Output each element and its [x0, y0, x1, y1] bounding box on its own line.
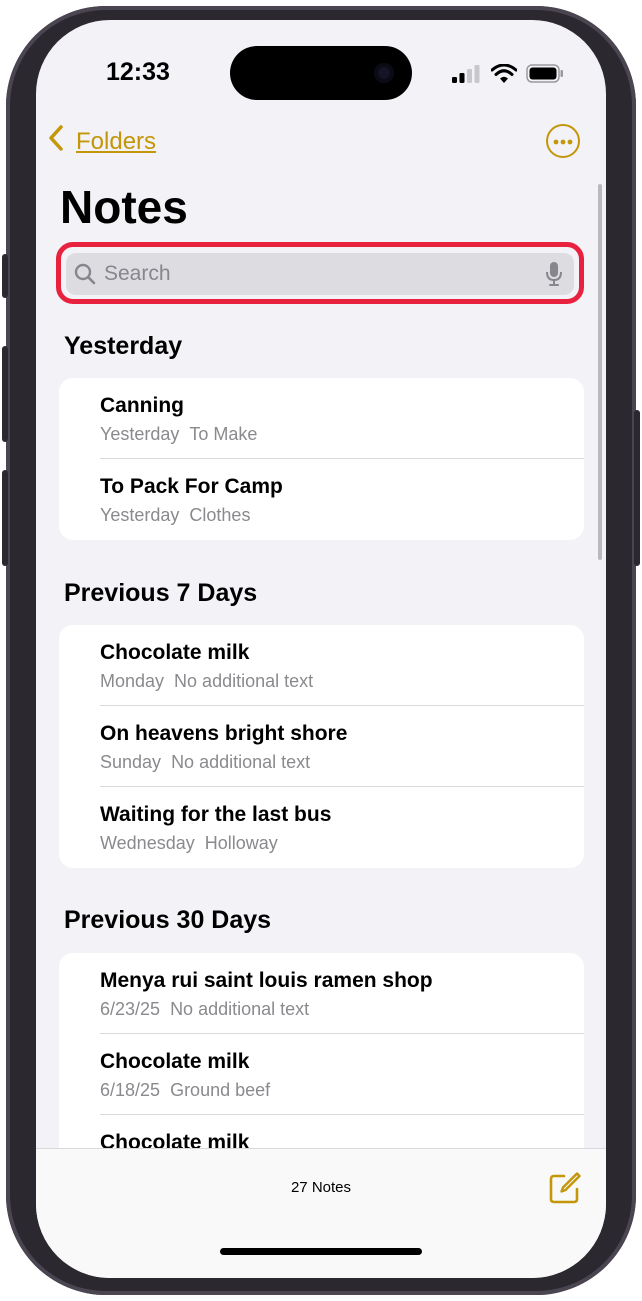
status-time: 12:33: [106, 58, 170, 86]
note-title: To Pack For Camp: [100, 475, 283, 498]
list-item[interactable]: On heavens bright shore Sunday No additio…: [59, 706, 584, 787]
note-title: Chocolate milk: [100, 1050, 250, 1073]
note-title: Canning: [100, 394, 184, 417]
note-subtitle: 6/18/25 Ground beef: [100, 1080, 271, 1100]
home-indicator[interactable]: [220, 1248, 422, 1255]
section-header-previous-30-days: Previous 30 Days: [64, 906, 272, 934]
signal-icon: [452, 64, 482, 88]
section-header-previous-7-days: Previous 7 Days: [64, 579, 258, 607]
notes-card-previous-30-days: Menya rui saint louis ramen shop 6/23/25…: [59, 953, 584, 1173]
list-item[interactable]: Canning Yesterday To Make: [59, 378, 584, 459]
status-icons: [452, 63, 564, 88]
page-title: Notes: [60, 181, 188, 233]
notes-card-yesterday: Canning Yesterday To Make To Pack For Cam…: [59, 378, 584, 540]
notes-count: 27 Notes: [290, 1179, 352, 1196]
list-item[interactable]: Menya rui saint louis ramen shop 6/23/25…: [59, 953, 584, 1034]
back-label[interactable]: Folders: [76, 128, 156, 156]
side-button-volume-down: [2, 470, 8, 566]
note-subtitle: Yesterday Clothes: [100, 505, 251, 525]
note-title: Menya rui saint louis ramen shop: [100, 969, 433, 992]
note-title: Chocolate milk: [100, 641, 250, 664]
more-icon: [553, 132, 573, 150]
side-button-power: [634, 410, 640, 566]
list-item[interactable]: Chocolate milk Monday No additional text: [59, 625, 584, 706]
note-subtitle: Monday No additional text: [100, 671, 314, 691]
screen: 12:33 Folders Notes Search Yesterday Can…: [36, 20, 606, 1278]
dynamic-island: [230, 46, 412, 100]
back-button[interactable]: Folders: [48, 124, 156, 159]
section-header-yesterday: Yesterday: [64, 332, 183, 360]
compose-icon: [548, 1172, 582, 1209]
note-subtitle: Wednesday Holloway: [100, 833, 278, 853]
note-subtitle: Sunday No additional text: [100, 752, 311, 772]
side-button-volume-up: [2, 346, 8, 442]
camera-icon: [374, 63, 394, 83]
search-highlight-outline: [56, 242, 584, 304]
battery-icon: [526, 64, 564, 88]
list-item[interactable]: To Pack For Camp Yesterday Clothes: [59, 459, 584, 540]
chevron-left-icon: [48, 124, 64, 159]
list-item[interactable]: Chocolate milk 6/18/25 Ground beef: [59, 1034, 584, 1115]
more-button[interactable]: [546, 124, 580, 158]
list-item[interactable]: Waiting for the last bus Wednesday Hollow…: [59, 787, 584, 868]
compose-button[interactable]: [548, 1171, 582, 1210]
note-title: On heavens bright shore: [100, 722, 348, 745]
note-subtitle: 6/23/25 No additional text: [100, 999, 310, 1019]
note-title: Waiting for the last bus: [100, 803, 332, 826]
notes-card-previous-7-days: Chocolate milk Monday No additional text …: [59, 625, 584, 868]
bottom-toolbar: 27 Notes: [36, 1148, 606, 1278]
scrollbar[interactable]: [598, 184, 602, 560]
side-button-action: [2, 254, 8, 298]
wifi-icon: [490, 63, 518, 88]
note-subtitle: Yesterday To Make: [100, 424, 258, 444]
